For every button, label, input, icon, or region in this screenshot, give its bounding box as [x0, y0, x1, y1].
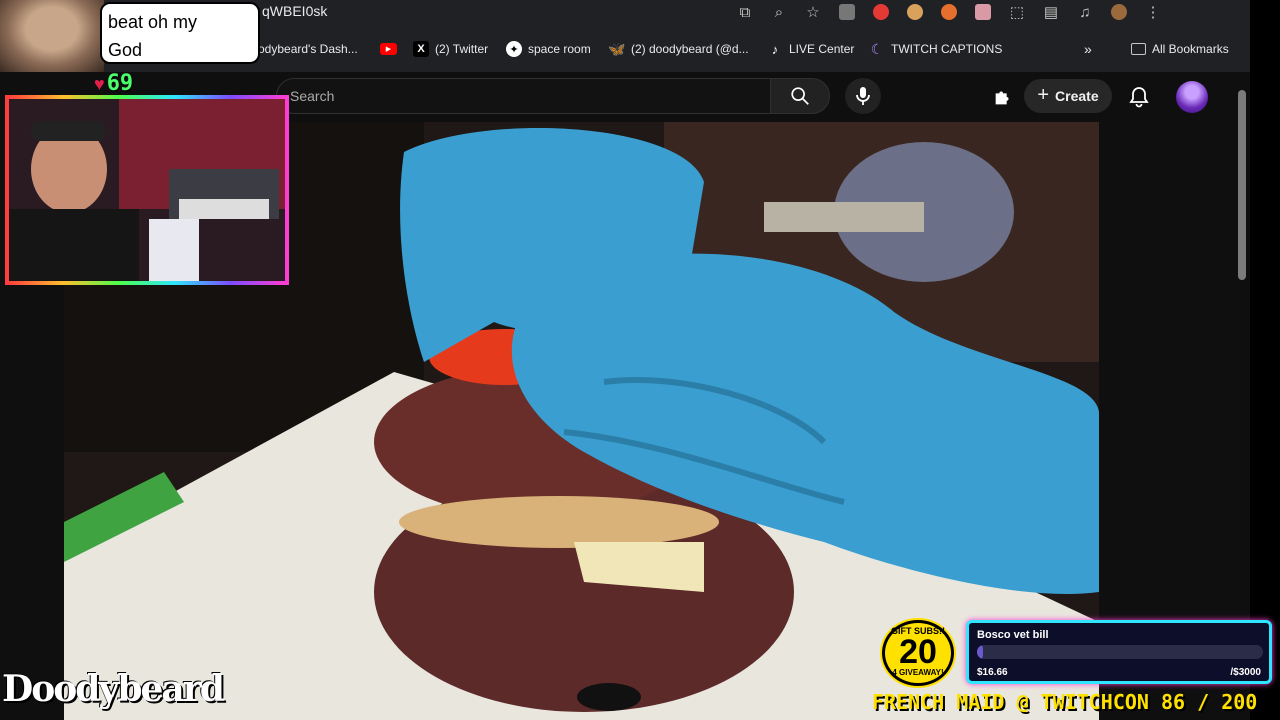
bookmarks-overflow[interactable]: »	[1084, 40, 1092, 58]
stream-edge	[1250, 0, 1280, 720]
gift-subs-badge: GIFT SUBS!! 20 4 GIVEAWAY!	[882, 620, 954, 686]
zoom-icon[interactable]: ⌕	[762, 0, 796, 24]
extension-translate-icon[interactable]	[830, 0, 864, 24]
microphone-icon	[856, 87, 870, 105]
chevron-double-right-icon: »	[1084, 41, 1092, 57]
notifications-button[interactable]	[1124, 82, 1154, 112]
bookmark-label: (2) doodybeard (@d...	[631, 42, 749, 56]
bookmark-bluesky[interactable]: 🦋 (2) doodybeard (@d...	[608, 40, 749, 58]
heart-count: 69	[106, 71, 134, 96]
extension-fox-icon[interactable]	[932, 0, 966, 24]
cast-icon[interactable]: ⧉	[728, 0, 762, 24]
bookmark-space-room[interactable]: ✦ space room	[506, 40, 591, 58]
bookmark-dashboard[interactable]: odybeard's Dash...	[258, 40, 358, 58]
goal-title: Bosco vet bill	[977, 629, 1049, 641]
goal-progress-bar	[977, 645, 1263, 659]
bookmark-label: odybeard's Dash...	[258, 42, 358, 56]
youtube-icon: ▶	[380, 43, 397, 55]
plus-icon: +	[1037, 83, 1050, 106]
speech-bubble: beat oh my God	[100, 2, 260, 64]
goal-target-amount: /$3000	[1230, 667, 1261, 678]
bell-icon	[1129, 87, 1149, 108]
search-box	[276, 78, 771, 114]
bookmark-star-icon[interactable]: ☆	[796, 0, 830, 24]
create-label: Create	[1055, 88, 1099, 104]
bookmark-youtube[interactable]: ▶	[380, 40, 397, 58]
account-avatar[interactable]	[1176, 81, 1208, 113]
extension-hand-icon[interactable]	[898, 0, 932, 24]
goal-ticker: FRENCH MAID @ TWITCHCON 86 / 200	[872, 690, 1258, 714]
extension-red-icon[interactable]	[864, 0, 898, 24]
bookmark-label: (2) Twitter	[435, 42, 489, 56]
goal-current-amount: $16.66	[977, 667, 1008, 678]
search-button[interactable]	[770, 78, 830, 114]
scrollbar-thumb[interactable]	[1238, 90, 1246, 280]
webcam-feed	[9, 99, 285, 281]
bluesky-icon: 🦋	[608, 40, 626, 57]
moon-icon: ☾	[870, 40, 884, 57]
bookmark-live-center[interactable]: ♪ LIVE Center	[767, 40, 855, 58]
channel-logo: Doodybeard	[2, 668, 225, 710]
bookmark-label: LIVE Center	[789, 42, 855, 56]
bookmark-label: TWITCH CAPTIONS	[891, 42, 1003, 56]
all-bookmarks[interactable]: All Bookmarks	[1131, 40, 1229, 58]
x-icon: X	[413, 41, 429, 57]
kebab-menu-icon[interactable]: ⋮	[1136, 0, 1170, 24]
gift-subs-count: 20	[899, 632, 937, 671]
extension-image-icon[interactable]	[966, 0, 1000, 24]
address-bar-actions: ⧉ ⌕ ☆ ⬚ ▤ ♫ ⋮	[728, 0, 1170, 24]
folder-icon	[1131, 43, 1146, 55]
speech-bubble-text: beat oh my God	[108, 12, 198, 60]
create-button[interactable]: + Create	[1024, 79, 1112, 113]
webcam-frame	[5, 95, 289, 285]
goal-progress-fill	[977, 645, 983, 659]
address-bar-text[interactable]: qWBEI0sk	[262, 3, 327, 19]
search-input[interactable]	[277, 79, 770, 113]
reading-list-icon[interactable]: ▤	[1034, 0, 1068, 24]
star-icon: ✦	[506, 41, 522, 57]
heart-icon: ♥	[94, 73, 105, 94]
streamer-face-overlay	[0, 0, 104, 72]
puzzle-piece-icon	[995, 91, 1009, 105]
media-controls-icon[interactable]: ♫	[1068, 0, 1102, 24]
gift-subs-subtitle: 4 GIVEAWAY!	[892, 667, 944, 677]
bookmark-twitter[interactable]: X (2) Twitter	[413, 40, 488, 58]
search-icon	[791, 87, 809, 105]
donation-goal-widget: Bosco vet bill $16.66 /$3000	[966, 620, 1272, 684]
voice-search-button[interactable]	[845, 78, 881, 114]
heart-counter: ♥ 69	[94, 71, 133, 96]
bookmark-twitch-captions[interactable]: ☾ TWITCH CAPTIONS	[869, 40, 1003, 58]
tiktok-icon: ♪	[771, 41, 779, 57]
extensions-puzzle-icon[interactable]: ⬚	[1000, 0, 1034, 24]
bookmark-label: space room	[528, 42, 591, 56]
profile-avatar-icon[interactable]	[1102, 0, 1136, 24]
all-bookmarks-label: All Bookmarks	[1152, 42, 1229, 56]
screen: qWBEI0sk ⧉ ⌕ ☆ ⬚ ▤ ♫ ⋮ odybeard's Dash..…	[0, 0, 1280, 720]
extension-button[interactable]	[988, 82, 1018, 112]
